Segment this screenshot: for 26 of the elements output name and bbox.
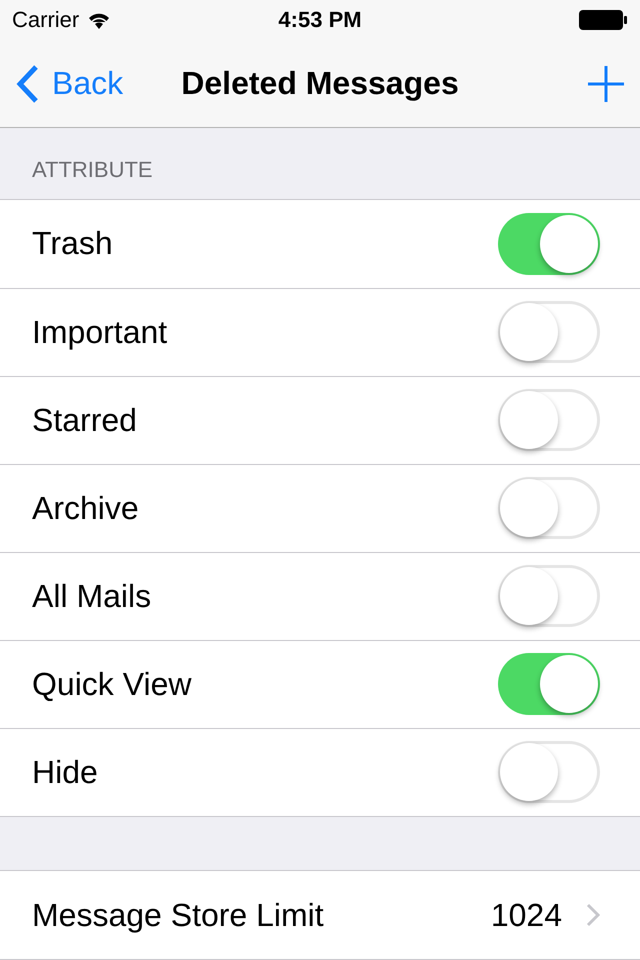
setting-label: Trash [32,225,113,262]
add-button[interactable] [588,66,624,102]
wifi-icon [87,11,112,29]
section-header: ATTRIBUTE [32,156,153,183]
nav-title: Deleted Messages [181,65,459,102]
chevron-icon [586,903,600,927]
toggle-switch[interactable] [498,741,600,804]
toggle-switch[interactable] [498,389,600,452]
setting-value: 1024 [490,896,562,934]
toggle-switch[interactable] [498,653,600,716]
setting-label: Archive [32,490,139,527]
toggle-switch[interactable] [498,212,600,275]
toggle-switch[interactable] [498,477,600,540]
carrier-label: Carrier [12,7,80,33]
battery-icon [578,9,628,31]
chevron-icon [16,64,40,104]
setting-label: All Mails [32,578,152,615]
setting-label: Hide [32,754,98,791]
setting-label: Starred [32,402,137,439]
status-time: 4:53 PM [278,7,362,33]
toggle-switch[interactable] [498,301,600,364]
back-button[interactable]: Back [16,64,124,104]
setting-label: Important [32,314,168,351]
setting-label: Message Store Limit [32,896,324,934]
setting-label: Quick View [32,666,192,703]
toggle-switch[interactable] [498,565,600,628]
